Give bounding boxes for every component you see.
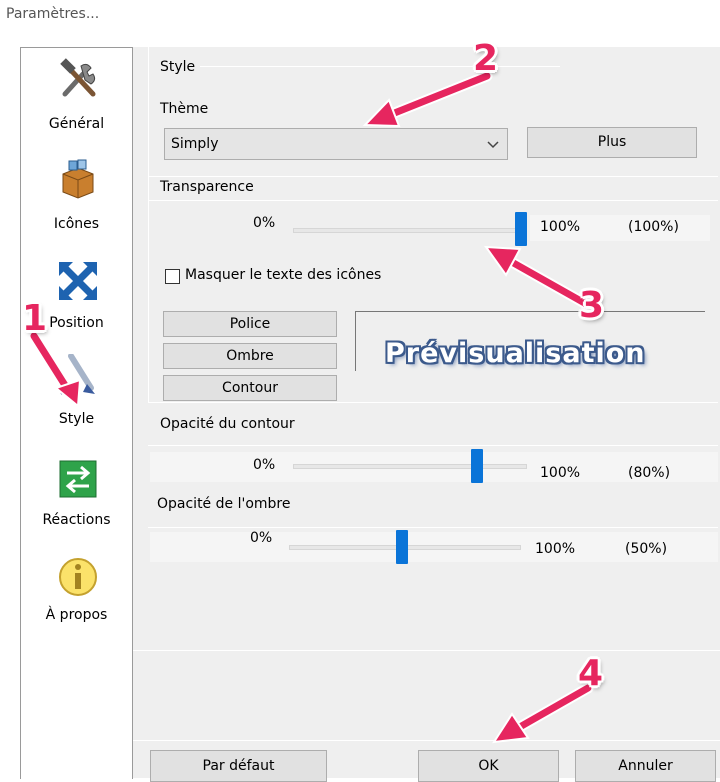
theme-select-value: Simply [171, 136, 219, 152]
group-border [148, 176, 718, 177]
transparency-min-label: 0% [253, 215, 276, 231]
info-icon [59, 558, 97, 596]
transparency-max-label: 100% [540, 219, 581, 235]
transparency-current-value: (100%) [628, 219, 679, 235]
annotation-badge-1: 1 [22, 298, 48, 339]
ok-button[interactable]: OK [418, 750, 559, 782]
outline-opacity-max-label: 100% [540, 465, 581, 481]
outline-opacity-min-label: 0% [253, 457, 276, 473]
sidebar: Général Icônes Position Style Réactions … [20, 47, 133, 779]
annotation-badge-4: 4 [578, 653, 604, 694]
outline-opacity-slider-track[interactable] [293, 464, 527, 469]
default-button[interactable]: Par défaut [150, 750, 327, 782]
shadow-opacity-label: Opacité de l'ombre [157, 496, 291, 512]
sidebar-item-label: À propos [45, 607, 108, 623]
group-border [200, 66, 560, 67]
sidebar-item-label: Général [48, 116, 105, 132]
annotation-badge-2: 2 [473, 38, 499, 79]
hide-icon-text-checkbox[interactable] [165, 269, 180, 284]
shadow-opacity-min-label: 0% [250, 530, 273, 546]
transparency-slider-track[interactable] [293, 228, 525, 233]
annotation-badge-3: 3 [579, 285, 605, 326]
sidebar-item-label: Icônes [53, 216, 100, 232]
exchange-icon [59, 460, 97, 498]
shadow-button[interactable]: Ombre [163, 343, 337, 369]
outline-opacity-slider-thumb[interactable] [471, 449, 483, 483]
outline-button[interactable]: Contour [163, 375, 337, 401]
sidebar-item-about[interactable]: À propos [21, 548, 132, 648]
annotation-arrow-2 [362, 70, 493, 128]
group-border [148, 200, 718, 201]
sidebar-item-label: Réactions [42, 512, 111, 528]
transparency-label: Transparence [160, 179, 254, 195]
tools-icon [60, 58, 96, 97]
sidebar-item-icons[interactable]: Icônes [21, 148, 132, 248]
shadow-opacity-slider-thumb[interactable] [396, 530, 408, 564]
arrows-icon [59, 262, 97, 300]
group-border [148, 47, 149, 402]
group-border [148, 445, 718, 446]
style-section-title: Style [160, 59, 196, 75]
shadow-opacity-current-value: (50%) [625, 541, 668, 557]
cancel-button[interactable]: Annuler [575, 750, 716, 782]
preview-border [355, 311, 356, 371]
more-themes-button[interactable]: Plus [527, 127, 697, 158]
chevron-down-icon [487, 141, 499, 149]
sidebar-item-reactions[interactable]: Réactions [21, 448, 132, 548]
window-title: Paramètres... [6, 6, 100, 22]
theme-label: Thème [160, 101, 209, 117]
hide-icon-text-label: Masquer le texte des icônes [185, 267, 382, 283]
outline-opacity-label: Opacité du contour [160, 416, 295, 432]
group-border [133, 650, 720, 651]
annotation-arrow-1 [28, 330, 82, 408]
sidebar-item-general[interactable]: Général [21, 48, 132, 148]
outline-opacity-current-value: (80%) [628, 465, 671, 481]
box-icon [62, 159, 94, 199]
group-border [133, 740, 720, 741]
preview-text: Prévisualisation [385, 338, 646, 369]
sidebar-item-label: Style [58, 411, 95, 427]
font-button[interactable]: Police [163, 311, 337, 337]
group-border [148, 527, 718, 528]
group-border [148, 402, 718, 403]
shadow-opacity-max-label: 100% [535, 541, 576, 557]
